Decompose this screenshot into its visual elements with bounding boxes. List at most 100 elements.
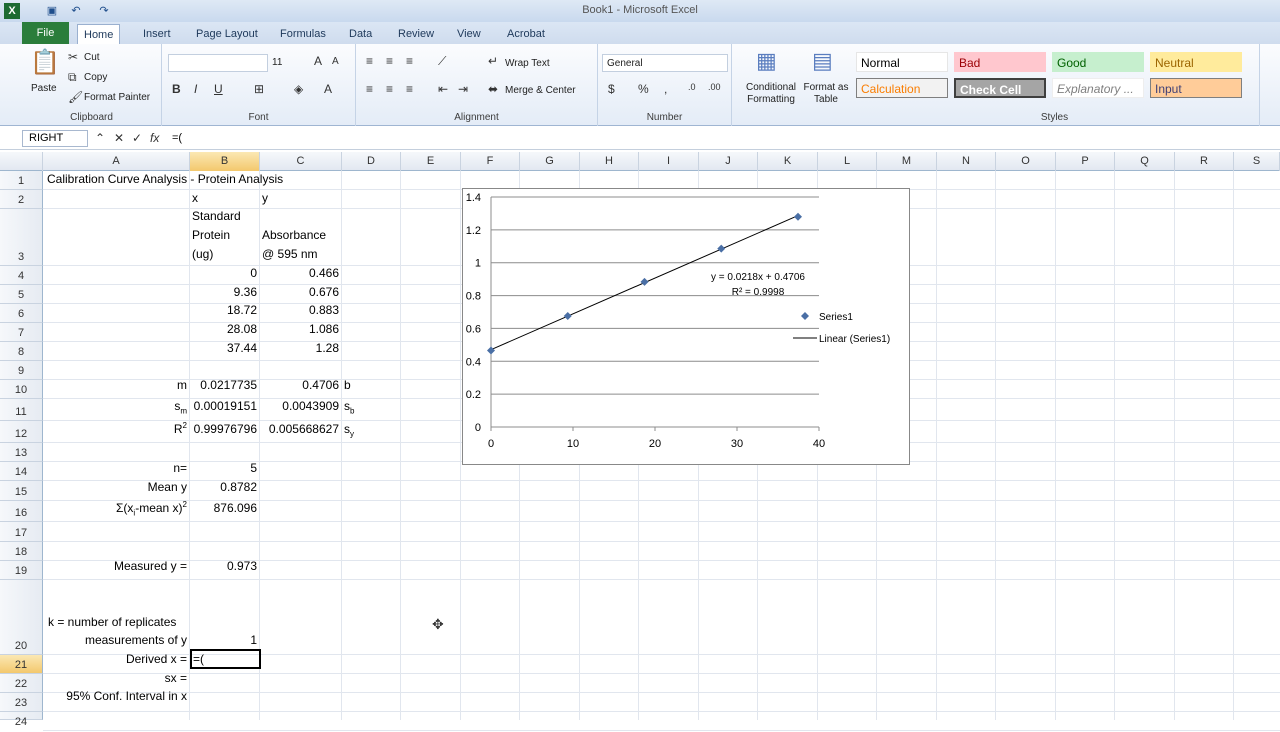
tab-data[interactable]: Data (343, 24, 378, 44)
col-header-k[interactable]: K (758, 152, 818, 171)
cell-b11[interactable]: 0.00019151 (190, 399, 257, 413)
merge-center-icon[interactable]: ⬌ (488, 82, 498, 96)
cell-b12[interactable]: 0.99976796 (190, 422, 257, 436)
cell-a12[interactable]: R2 (43, 421, 187, 436)
cell-b4[interactable]: 0 (190, 266, 257, 280)
col-header-m[interactable]: M (877, 152, 937, 171)
tab-acrobat[interactable]: Acrobat (501, 24, 551, 44)
conditional-formatting-button[interactable]: Conditional Formatting (736, 82, 806, 106)
function-dropdown-icon[interactable]: ⌃ (95, 131, 105, 145)
comma-icon[interactable]: , (664, 82, 667, 96)
row-header-16[interactable]: 16 (0, 501, 43, 522)
row-header-9[interactable]: 9 (0, 361, 43, 380)
style-neutral[interactable]: Neutral (1150, 52, 1242, 72)
col-header-d[interactable]: D (342, 152, 401, 171)
cell-a16[interactable]: Σ(xi-mean x)2 (43, 500, 187, 517)
conditional-formatting-icon[interactable]: ▦ (756, 48, 777, 74)
cell-b2[interactable]: x (192, 191, 198, 205)
formula-input[interactable]: =( (172, 132, 182, 144)
style-normal[interactable]: Normal (856, 52, 948, 72)
col-header-f[interactable]: F (461, 152, 520, 171)
cell-c6[interactable]: 0.883 (260, 303, 339, 317)
row-header-2[interactable]: 2 (0, 190, 43, 209)
style-explanatory[interactable]: Explanatory ... (1052, 78, 1144, 98)
cell-b15[interactable]: 0.8782 (190, 480, 257, 494)
row-header-4[interactable]: 4 (0, 266, 43, 285)
format-as-table-button[interactable]: Format as Table (802, 82, 850, 106)
cell-b10[interactable]: 0.0217735 (190, 378, 257, 392)
cell-b3-line3[interactable]: (ug) (192, 247, 213, 261)
row-header-6[interactable]: 6 (0, 304, 43, 323)
cell-c2[interactable]: y (262, 191, 268, 205)
row-header-21[interactable]: 21 (0, 655, 43, 674)
decrease-decimal-icon[interactable]: .00 (708, 82, 721, 92)
underline-icon[interactable]: U (214, 82, 223, 96)
align-left-icon[interactable]: ≡ (366, 82, 373, 96)
align-right-icon[interactable]: ≡ (406, 82, 413, 96)
cell-c4[interactable]: 0.466 (260, 266, 339, 280)
format-painter-icon[interactable]: 🖌 (68, 90, 83, 104)
borders-icon[interactable]: ⊞ (254, 82, 264, 96)
cut-icon[interactable]: ✂ (68, 50, 78, 64)
col-header-o[interactable]: O (996, 152, 1056, 171)
italic-icon[interactable]: I (194, 82, 197, 96)
cut-button[interactable]: Cut (84, 52, 100, 63)
col-header-g[interactable]: G (520, 152, 580, 171)
cell-b3-line2[interactable]: Protein (192, 228, 230, 242)
cell-a20-line1[interactable]: k = number of replicates (48, 615, 176, 629)
cell-a20-line2[interactable]: measurements of y (43, 633, 187, 647)
active-cell-b21[interactable]: =( (190, 649, 261, 669)
cell-d12[interactable]: sy (344, 422, 354, 438)
row-header-15[interactable]: 15 (0, 481, 43, 501)
cell-b7[interactable]: 28.08 (190, 322, 257, 336)
align-bottom-icon[interactable]: ≡ (406, 54, 413, 68)
col-header-r[interactable]: R (1175, 152, 1234, 171)
cell-b20[interactable]: 1 (190, 633, 257, 647)
grow-font-icon[interactable]: A (314, 54, 322, 68)
wrap-text-icon[interactable]: ↵ (488, 54, 498, 68)
merge-center-button[interactable]: Merge & Center (505, 85, 576, 96)
cell-d11[interactable]: sb (344, 399, 354, 415)
row-header-19[interactable]: 19 (0, 561, 43, 580)
cell-b19[interactable]: 0.973 (190, 559, 257, 573)
increase-decimal-icon[interactable]: .0 (688, 82, 696, 92)
tab-home[interactable]: Home (77, 24, 121, 44)
style-input[interactable]: Input (1150, 78, 1242, 98)
enter-icon[interactable]: ✓ (132, 131, 142, 145)
wrap-text-button[interactable]: Wrap Text (505, 58, 550, 69)
cell-a10[interactable]: m (43, 378, 187, 392)
col-header-p[interactable]: P (1056, 152, 1115, 171)
copy-icon[interactable]: ⧉ (68, 70, 77, 85)
cell-a15[interactable]: Mean y (43, 480, 187, 494)
cell-b16[interactable]: 876.096 (190, 501, 257, 515)
cell-d10[interactable]: b (344, 378, 351, 392)
style-good[interactable]: Good (1052, 52, 1144, 72)
cell-c11[interactable]: 0.0043909 (260, 399, 339, 413)
row-header-23[interactable]: 23 (0, 693, 43, 712)
decrease-indent-icon[interactable]: ⇤ (438, 82, 448, 96)
percent-icon[interactable]: % (638, 82, 649, 96)
cell-a21[interactable]: Derived x = (43, 652, 187, 666)
font-name-select[interactable] (168, 54, 268, 72)
tab-review[interactable]: Review (392, 24, 440, 44)
row-header-8[interactable]: 8 (0, 342, 43, 361)
style-check-cell[interactable]: Check Cell (954, 78, 1046, 98)
fill-color-icon[interactable]: ◈ (294, 82, 303, 96)
cell-a11[interactable]: sm (43, 399, 187, 415)
scatter-chart[interactable]: 0 0.2 0.4 0.6 0.8 1 1.2 1.4 0 10 20 30 40 y = 0.0218x… (462, 188, 910, 465)
align-center-icon[interactable]: ≡ (386, 82, 393, 96)
number-format-select[interactable]: General (602, 54, 728, 72)
cancel-entry-icon[interactable]: ✕ (114, 131, 124, 145)
paste-button[interactable]: Paste (31, 83, 57, 94)
cell-a14[interactable]: n= (43, 461, 187, 475)
tab-view[interactable]: View (451, 24, 487, 44)
row-header-7[interactable]: 7 (0, 323, 43, 342)
cell-c8[interactable]: 1.28 (260, 341, 339, 355)
font-color-icon[interactable]: A (324, 82, 332, 96)
col-header-i[interactable]: I (639, 152, 699, 171)
cell-c3-line2[interactable]: @ 595 nm (262, 247, 318, 261)
row-header-18[interactable]: 18 (0, 542, 43, 561)
align-middle-icon[interactable]: ≡ (386, 54, 393, 68)
shrink-font-icon[interactable]: A (332, 56, 339, 67)
row-header-14[interactable]: 14 (0, 462, 43, 481)
